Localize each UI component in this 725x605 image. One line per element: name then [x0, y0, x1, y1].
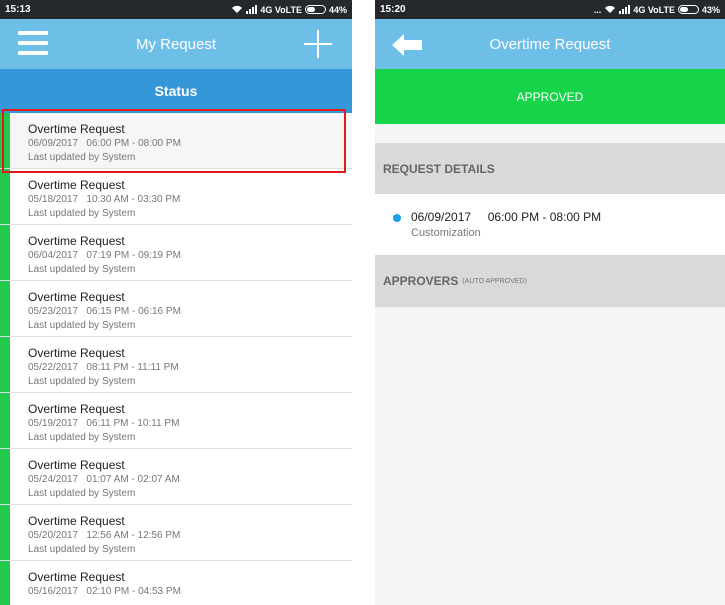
- request-updated: Last updated by System: [28, 320, 136, 331]
- section-title: APPROVERS: [383, 274, 459, 288]
- request-datetime: 05/22/2017 08:11 PM - 11:11 PM: [28, 362, 179, 373]
- request-item[interactable]: Overtime Request 06/09/2017 06:00 PM - 0…: [0, 113, 352, 169]
- detail-datetime: 06/09/2017 06:00 PM - 08:00 PM: [411, 210, 602, 224]
- request-title: Overtime Request: [28, 402, 125, 416]
- request-item[interactable]: Overtime Request 05/18/2017 10:30 AM - 0…: [0, 169, 352, 225]
- request-title: Overtime Request: [28, 570, 125, 584]
- request-datetime: 06/09/2017 06:00 PM - 08:00 PM: [28, 138, 181, 149]
- request-updated: Last updated by System: [28, 432, 136, 443]
- request-updated: Last updated by System: [28, 376, 136, 387]
- bullet-icon: [393, 214, 401, 222]
- request-datetime: 05/18/2017 10:30 AM - 03:30 PM: [28, 194, 181, 205]
- request-detail-item: 06/09/2017 06:00 PM - 08:00 PM Customiza…: [375, 194, 725, 255]
- request-item[interactable]: Overtime Request 05/19/2017 06:11 PM - 1…: [0, 393, 352, 449]
- status-time: 15:13: [5, 4, 31, 15]
- request-title: Overtime Request: [28, 122, 125, 136]
- hamburger-menu-icon[interactable]: [18, 31, 48, 55]
- request-title: Overtime Request: [28, 514, 125, 528]
- overtime-request-screen: 15:20 ... 4G VoLTE 43% Overtime Request …: [375, 0, 725, 605]
- request-list: Overtime Request 06/09/2017 06:00 PM - 0…: [0, 113, 352, 605]
- signal-icon: [246, 5, 258, 14]
- request-title: Overtime Request: [28, 290, 125, 304]
- request-item[interactable]: Overtime Request 06/04/2017 07:19 PM - 0…: [0, 225, 352, 281]
- status-bar: 15:20 ... 4G VoLTE 43%: [375, 0, 725, 19]
- request-updated: Last updated by System: [28, 544, 136, 555]
- request-item[interactable]: Overtime Request 05/16/2017 02:10 PM - 0…: [0, 561, 352, 605]
- app-header: My Request: [0, 19, 352, 69]
- request-updated: Last updated by System: [28, 488, 136, 499]
- approvers-heading: APPROVERS (AUTO APPROVED): [375, 255, 725, 307]
- request-datetime: 05/23/2017 06:15 PM - 06:16 PM: [28, 306, 181, 317]
- request-title: Overtime Request: [28, 458, 125, 472]
- status-time: 15:20: [380, 4, 406, 15]
- page-title: Overtime Request: [489, 35, 611, 53]
- approvers-note: (AUTO APPROVED): [462, 277, 527, 285]
- request-item[interactable]: Overtime Request 05/23/2017 06:15 PM - 0…: [0, 281, 352, 337]
- request-updated: Last updated by System: [28, 208, 136, 219]
- my-request-screen: 15:13 4G VoLTE 44% My Request Status Ove…: [0, 0, 352, 605]
- request-title: Overtime Request: [28, 346, 125, 360]
- status-badge: APPROVED: [375, 69, 725, 124]
- request-datetime: 05/16/2017 02:10 PM - 04:53 PM: [28, 586, 181, 597]
- status-bar: 15:13 4G VoLTE 44%: [0, 0, 352, 19]
- detail-category: Customization: [411, 227, 481, 239]
- request-datetime: 05/19/2017 06:11 PM - 10:11 PM: [28, 418, 180, 429]
- request-title: Overtime Request: [28, 234, 125, 248]
- request-item[interactable]: Overtime Request 05/24/2017 01:07 AM - 0…: [0, 449, 352, 505]
- page-title: My Request: [135, 35, 217, 53]
- more-dots-icon: ...: [593, 4, 602, 15]
- app-header: Overtime Request: [375, 19, 725, 69]
- request-datetime: 05/24/2017 01:07 AM - 02:07 AM: [28, 474, 180, 485]
- request-item[interactable]: Overtime Request 05/20/2017 12:56 AM - 1…: [0, 505, 352, 561]
- request-details-heading: REQUEST DETAILS: [375, 143, 725, 194]
- signal-icon: [619, 5, 631, 14]
- request-updated: Last updated by System: [28, 264, 136, 275]
- section-title: REQUEST DETAILS: [383, 161, 495, 176]
- tab-status[interactable]: Status: [0, 69, 352, 113]
- status-indicators: 4G VoLTE 44%: [231, 5, 347, 15]
- request-title: Overtime Request: [28, 178, 125, 192]
- status-indicators: ... 4G VoLTE 43%: [594, 5, 720, 15]
- add-request-icon[interactable]: [304, 30, 332, 58]
- battery-percent: 44%: [328, 4, 347, 15]
- wifi-icon: [605, 5, 616, 13]
- battery-icon: [677, 5, 699, 14]
- battery-percent: 43%: [701, 4, 720, 15]
- request-item[interactable]: Overtime Request 05/22/2017 08:11 PM - 1…: [0, 337, 352, 393]
- request-updated: Last updated by System: [28, 152, 136, 163]
- back-arrow-icon[interactable]: [392, 34, 422, 56]
- battery-icon: [304, 5, 326, 14]
- request-datetime: 05/20/2017 12:56 AM - 12:56 PM: [28, 530, 181, 541]
- network-label: 4G VoLTE: [633, 4, 675, 15]
- divider: [375, 124, 725, 143]
- request-datetime: 06/04/2017 07:19 PM - 09:19 PM: [28, 250, 181, 261]
- network-label: 4G VoLTE: [260, 4, 302, 15]
- wifi-icon: [232, 5, 243, 13]
